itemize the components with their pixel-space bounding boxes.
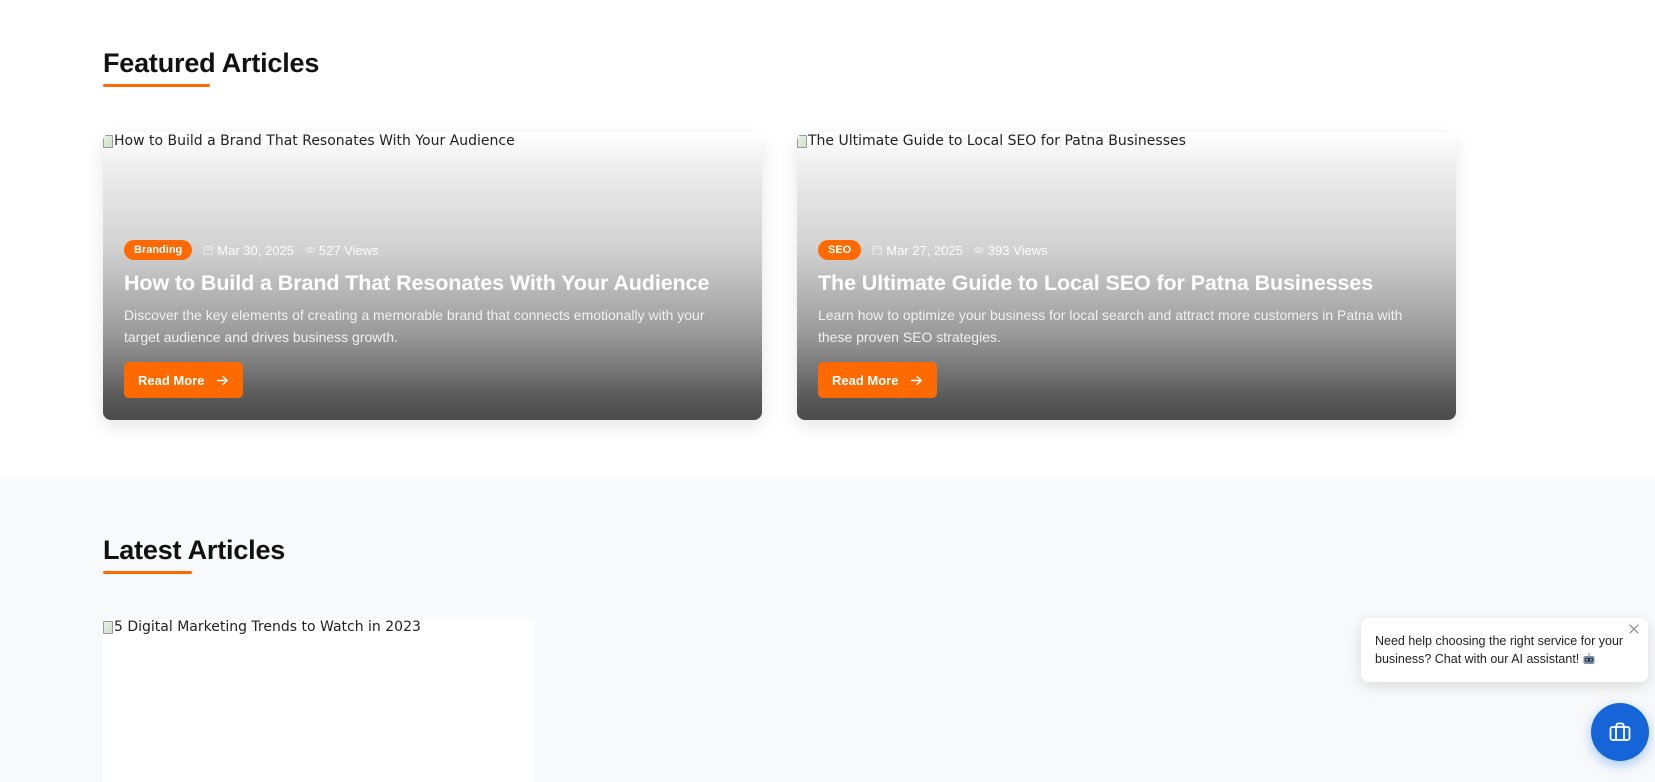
article-image-alt: The Ultimate Guide to Local SEO for Patn… (808, 133, 1186, 149)
chat-prompt-bubble[interactable]: Need help choosing the right service for… (1361, 618, 1648, 682)
article-title[interactable]: How to Build a Brand That Resonates With… (124, 271, 741, 296)
article-image-alt: How to Build a Brand That Resonates With… (114, 133, 515, 149)
article-image[interactable]: The Ultimate Guide to Local SEO for Patn… (797, 133, 1186, 149)
article-description: Learn how to optimize your business for … (818, 307, 1403, 345)
article-title[interactable]: The Ultimate Guide to Local SEO for Patn… (818, 271, 1435, 296)
title-underline (103, 571, 192, 574)
arrow-right-icon (217, 375, 229, 385)
eye-icon (973, 247, 984, 253)
title-underline (103, 84, 210, 87)
broken-image-icon (103, 620, 113, 634)
robot-icon (1583, 653, 1595, 664)
eye-icon (304, 247, 315, 253)
article-meta: Branding Mar 30, 2025 527 Views (124, 240, 741, 260)
chat-launcher-button[interactable] (1591, 703, 1649, 761)
article-description: Discover the key elements of creating a … (124, 307, 705, 345)
calendar-icon (203, 245, 214, 255)
article-date-text: Mar 27, 2025 (886, 242, 963, 258)
arrow-right-icon (911, 375, 923, 385)
article-views-text: 527 Views (318, 242, 379, 258)
latest-section-title: Latest Articles (103, 535, 286, 565)
featured-article-card[interactable]: The Ultimate Guide to Local SEO for Patn… (797, 133, 1456, 420)
article-date-text: Mar 30, 2025 (217, 242, 294, 258)
latest-article-card[interactable]: 5 Digital Marketing Trends to Watch in 2… (103, 619, 535, 782)
article-image-alt: 5 Digital Marketing Trends to Watch in 2… (114, 619, 421, 635)
calendar-icon (872, 245, 882, 255)
featured-section-title: Featured Articles (103, 48, 320, 78)
read-more-button[interactable]: Read More (818, 362, 938, 398)
read-more-button[interactable]: Read More (124, 362, 244, 398)
article-image[interactable]: 5 Digital Marketing Trends to Watch in 2… (103, 619, 421, 635)
broken-image-icon (797, 134, 807, 148)
category-badge[interactable]: Branding (124, 240, 193, 260)
briefcase-icon (1609, 722, 1631, 741)
article-date: Mar 27, 2025 (872, 243, 963, 258)
article-views: 527 Views (304, 242, 379, 258)
article-date: Mar 30, 2025 (203, 243, 294, 258)
article-image[interactable]: How to Build a Brand That Resonates With… (103, 133, 515, 149)
featured-articles-section: Featured Articles How to Build a Brand T… (0, 0, 1655, 477)
read-more-label: Read More (138, 372, 205, 388)
close-icon[interactable] (1627, 622, 1641, 636)
broken-image-icon (103, 134, 113, 148)
article-views: 393 Views (973, 242, 1048, 258)
article-views-text: 393 Views (987, 242, 1048, 258)
read-more-label: Read More (832, 372, 899, 388)
featured-article-card[interactable]: How to Build a Brand That Resonates With… (103, 133, 762, 420)
article-meta: SEO Mar 27, 2025 393 Views (818, 240, 1435, 260)
category-badge[interactable]: SEO (818, 240, 862, 260)
